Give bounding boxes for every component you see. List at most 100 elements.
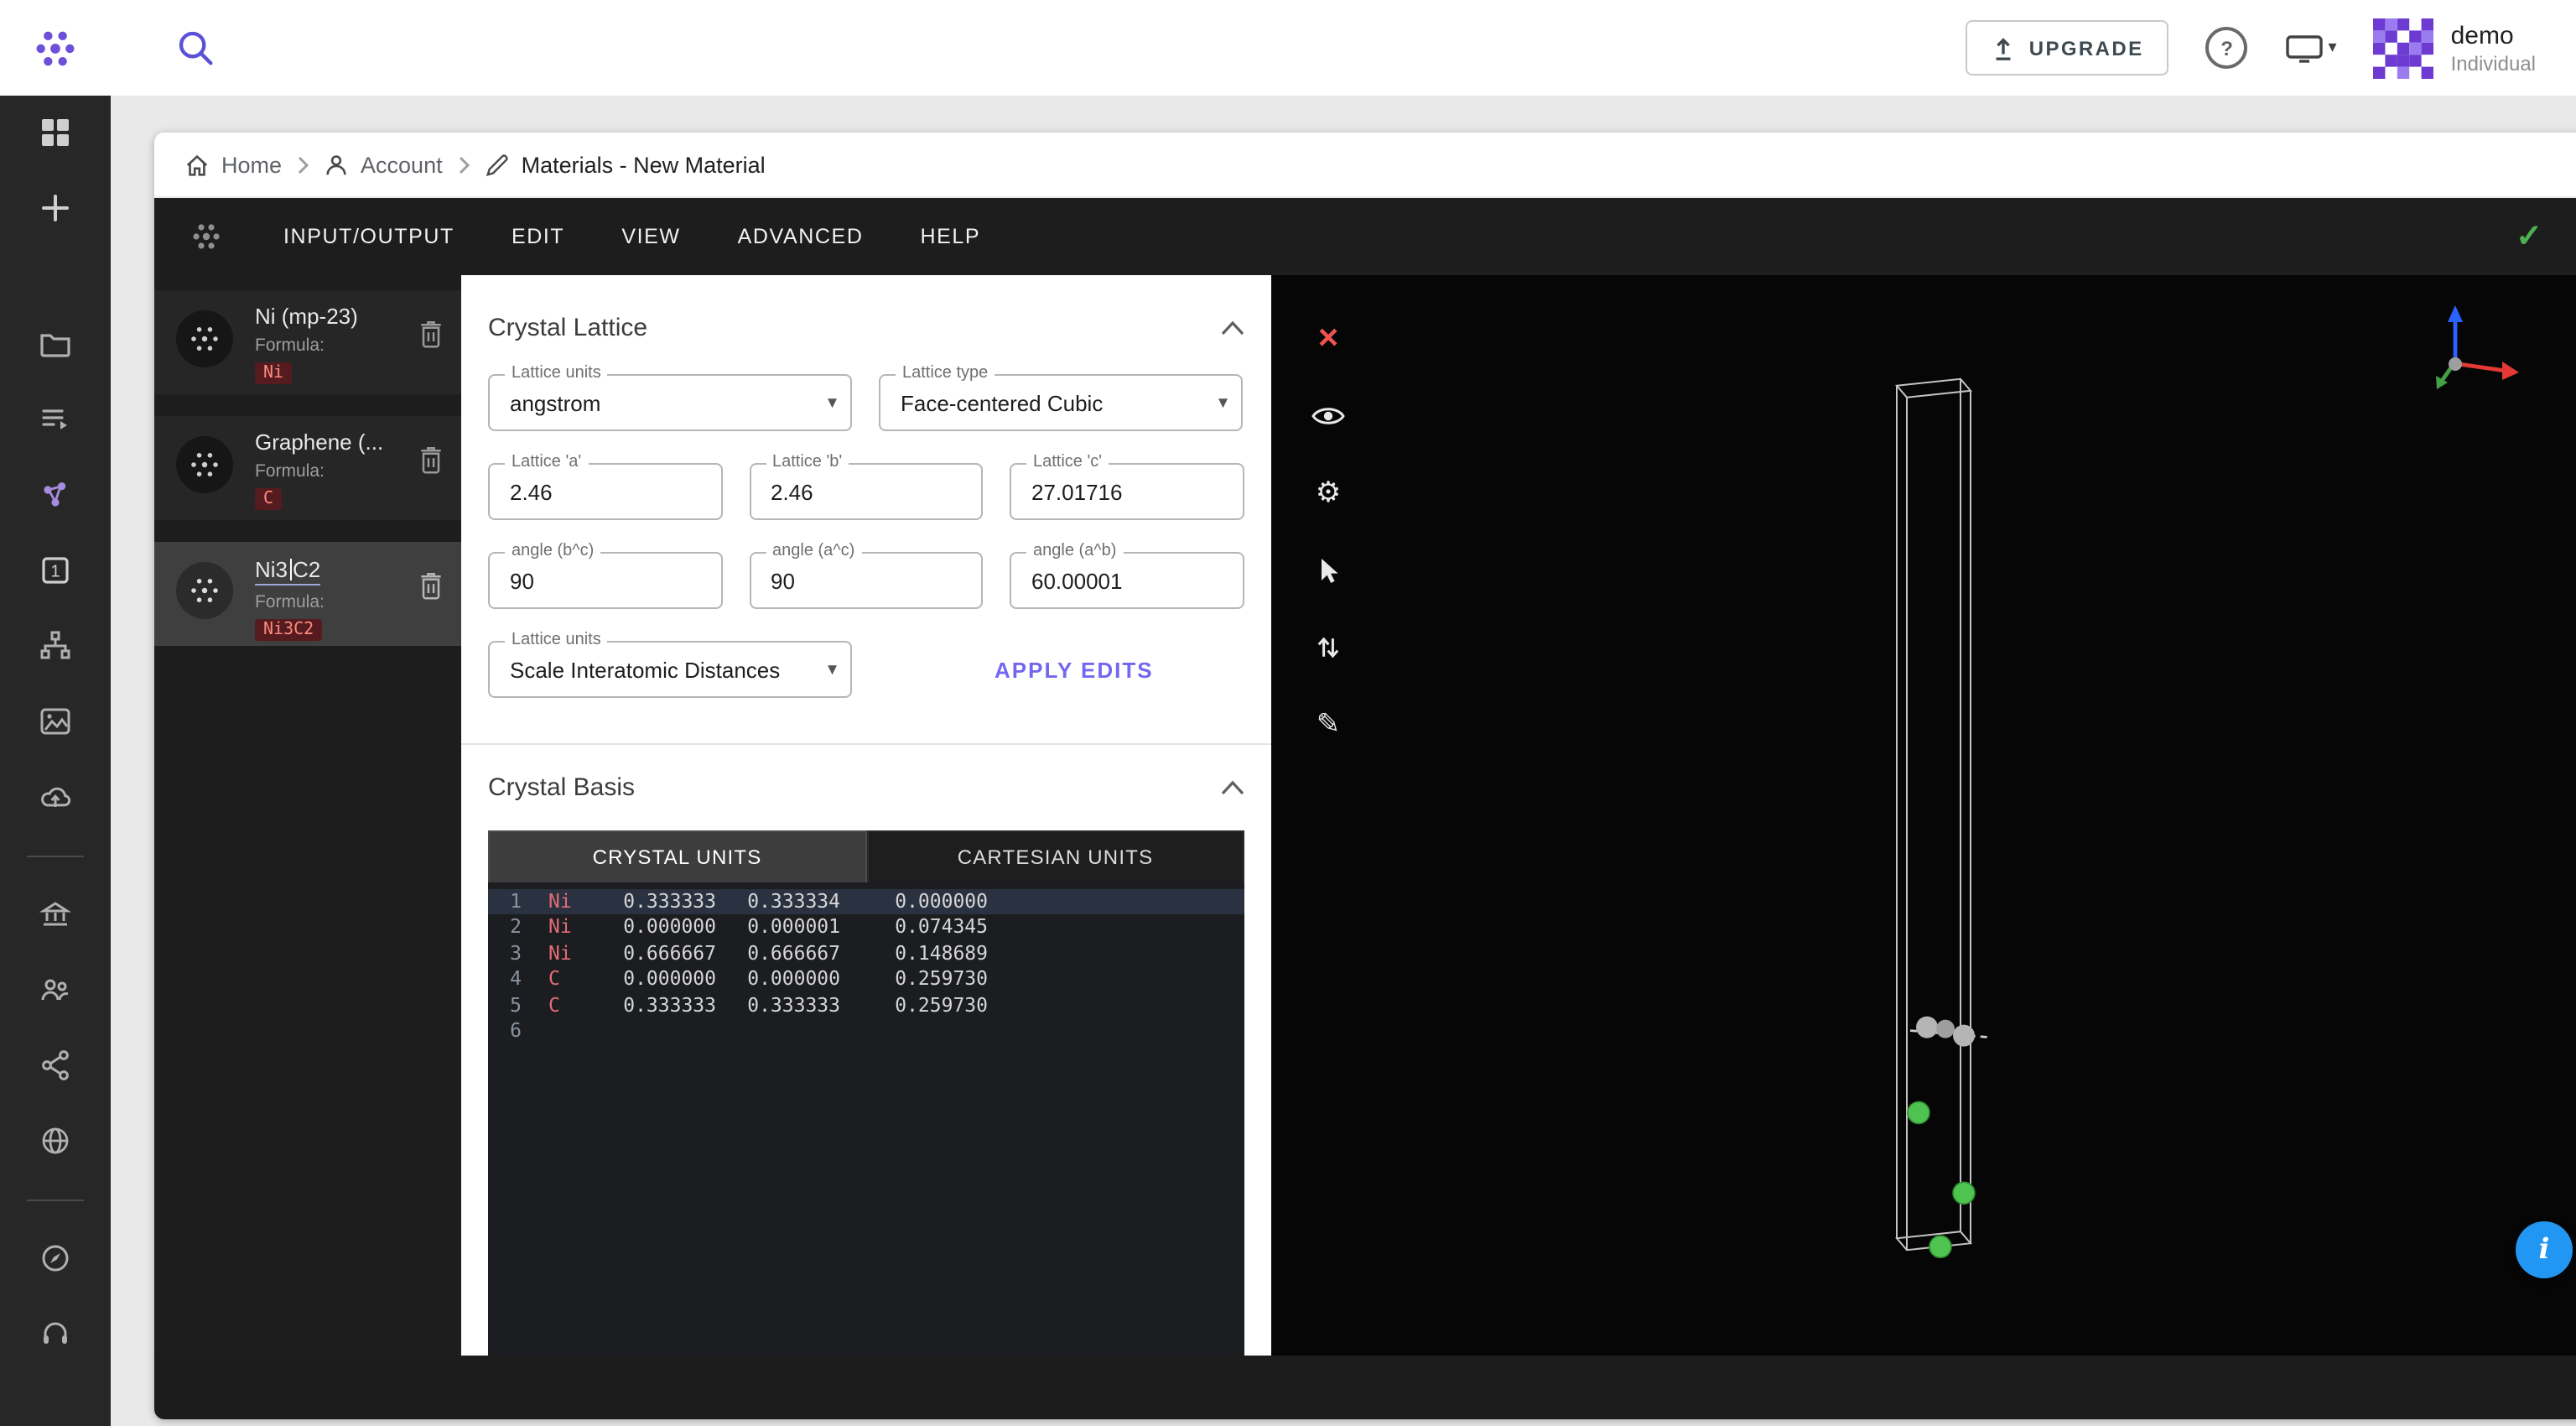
team-icon[interactable]: [35, 970, 75, 1010]
molecule-circle-icon: [174, 309, 235, 369]
menu-advanced[interactable]: ADVANCED: [709, 198, 892, 275]
globe-icon[interactable]: [35, 1121, 75, 1161]
basis-row[interactable]: 2Ni0.0000000.0000010.074345: [488, 915, 1244, 941]
menu-edit[interactable]: EDIT: [483, 198, 593, 275]
basis-units-tabs: CRYSTAL UNITS CARTESIAN UNITS: [488, 830, 1244, 882]
lattice-b-input[interactable]: Lattice 'b' 2.46: [749, 463, 983, 520]
formula-label: Formula:: [255, 592, 325, 612]
structure-viewer[interactable]: × ⚙ ✎: [1271, 275, 2576, 1356]
chevron-right-icon: [297, 155, 309, 174]
crystal-scene: [1271, 275, 2576, 1356]
cloud-upload-icon[interactable]: [35, 777, 75, 817]
lattice-type-select[interactable]: Lattice type Face-centered Cubic ▾: [879, 374, 1243, 431]
add-icon[interactable]: [35, 188, 75, 228]
formula-chip: Ni3C2: [255, 619, 322, 641]
crystal-form-panel: Crystal Lattice Lattice units angstrom ▾…: [461, 275, 1271, 1356]
svg-text:1: 1: [50, 563, 60, 581]
breadcrumb: Home Account Materials - New Material: [154, 133, 2576, 198]
angle-ab-input[interactable]: angle (a^b) 60.00001: [1010, 552, 1244, 609]
material-list-item[interactable]: Ni (mp-23) Formula: Ni: [154, 290, 461, 394]
angle-bc-input[interactable]: angle (b^c) 90: [488, 552, 722, 609]
user-info: demo Individual: [2451, 21, 2536, 75]
material-list-item[interactable]: Graphene (... Formula: C: [154, 416, 461, 520]
basis-code-editor[interactable]: 1Ni0.3333330.3333340.000000 2Ni0.0000000…: [488, 882, 1244, 1356]
scale-distances-select[interactable]: Lattice units Scale Interatomic Distance…: [488, 641, 852, 698]
menu-view[interactable]: VIEW: [593, 198, 709, 275]
brand-logo-icon[interactable]: [34, 26, 77, 70]
dashboard-icon[interactable]: [35, 112, 75, 153]
dropdown-caret-icon: ▾: [1218, 391, 1228, 413]
tab-cartesian-units[interactable]: CARTESIAN UNITS: [866, 830, 1244, 882]
trash-icon[interactable]: [416, 317, 446, 351]
hierarchy-icon[interactable]: [35, 626, 75, 666]
select-cursor-icon[interactable]: [1308, 550, 1348, 591]
breadcrumb-home[interactable]: Home: [184, 152, 282, 177]
share-icon[interactable]: [35, 1045, 75, 1085]
layer-one-icon[interactable]: 1: [35, 550, 75, 591]
info-button[interactable]: i: [2516, 1221, 2573, 1278]
person-icon: [324, 152, 349, 177]
image-icon[interactable]: [35, 701, 75, 742]
molecule-circle-icon: [174, 435, 235, 495]
lattice-a-input[interactable]: Lattice 'a' 2.46: [488, 463, 722, 520]
app-sidebar: 1: [0, 96, 111, 1426]
section-divider: [461, 743, 1271, 745]
molecule-cluster-icon: [188, 218, 225, 255]
pencil-icon: [485, 152, 510, 177]
topbar-right-group: UPGRADE ? ▾: [1966, 18, 2576, 78]
search-icon[interactable]: [174, 26, 218, 70]
lattice-units-select[interactable]: Lattice units angstrom ▾: [488, 374, 852, 431]
console-icon[interactable]: ▾: [2285, 31, 2337, 65]
close-icon[interactable]: ×: [1308, 319, 1348, 359]
app-root: UPGRADE ? ▾: [0, 0, 2576, 1426]
material-menubar: INPUT/OUTPUT EDIT VIEW ADVANCED HELP ✓: [154, 198, 2576, 275]
lattice-row-abc: Lattice 'a' 2.46 Lattice 'b' 2.46 Lattic…: [488, 463, 1244, 520]
axes-gizmo[interactable]: [2418, 299, 2526, 399]
upgrade-button[interactable]: UPGRADE: [1966, 20, 2169, 75]
trash-icon[interactable]: [416, 569, 446, 602]
basis-row[interactable]: 4C0.0000000.0000000.259730: [488, 966, 1244, 992]
material-list-item-selected[interactable]: Ni3C2 Formula: Ni3C2: [154, 542, 461, 646]
menu-input-output[interactable]: INPUT/OUTPUT: [255, 198, 483, 275]
material-info: Ni3C2 Formula: Ni3C2: [255, 555, 325, 643]
collapse-chevron-icon[interactable]: [1221, 780, 1244, 795]
sidebar-divider: [27, 856, 84, 857]
user-menu[interactable]: demo Individual: [2374, 18, 2536, 78]
lattice-c-input[interactable]: Lattice 'c' 27.01716: [1010, 463, 1244, 520]
material-name-edit-field[interactable]: Ni3C2: [255, 557, 320, 585]
swap-vertical-icon[interactable]: [1308, 627, 1348, 668]
collapse-chevron-icon[interactable]: [1221, 320, 1244, 336]
support-icon[interactable]: [35, 1314, 75, 1354]
material-info: Graphene (... Formula: C: [255, 429, 383, 512]
apply-edits-button[interactable]: APPLY EDITS: [984, 655, 1164, 684]
molecule-circle-icon: [174, 560, 235, 621]
avatar-identicon: [2374, 18, 2434, 78]
breadcrumb-account[interactable]: Account: [324, 152, 443, 177]
compass-icon[interactable]: [35, 1238, 75, 1278]
sidebar-divider: [27, 1200, 84, 1201]
check-icon[interactable]: ✓: [2516, 217, 2556, 256]
playlist-icon[interactable]: [35, 399, 75, 440]
angle-ac-input[interactable]: angle (a^c) 90: [749, 552, 983, 609]
tab-crystal-units[interactable]: CRYSTAL UNITS: [488, 830, 866, 882]
formula-chip: C: [255, 488, 282, 510]
basis-row[interactable]: 6: [488, 1018, 1244, 1044]
molecule-icon[interactable]: [35, 475, 75, 515]
folder-icon[interactable]: [35, 324, 75, 364]
top-bar: UPGRADE ? ▾: [0, 0, 2576, 96]
basis-row[interactable]: 1Ni0.3333330.3333340.000000: [488, 889, 1244, 915]
visibility-icon[interactable]: [1308, 396, 1348, 436]
basis-row[interactable]: 5C0.3333330.3333330.259730: [488, 992, 1244, 1018]
bank-icon[interactable]: [35, 894, 75, 934]
menu-help[interactable]: HELP: [892, 198, 1010, 275]
settings-icon[interactable]: ⚙: [1308, 473, 1348, 513]
trash-icon[interactable]: [416, 443, 446, 476]
basis-row[interactable]: 3Ni0.6666670.6666670.148689: [488, 941, 1244, 967]
lattice-row-angles: angle (b^c) 90 angle (a^c) 90 angle (a^b…: [488, 552, 1244, 609]
edit-pencil-icon[interactable]: ✎: [1308, 705, 1348, 745]
upgrade-label: UPGRADE: [2029, 36, 2144, 60]
help-icon[interactable]: ?: [2206, 27, 2248, 69]
user-name: demo: [2451, 21, 2536, 51]
material-name: Graphene (...: [255, 429, 383, 455]
crystal-basis-header: Crystal Basis: [488, 773, 1244, 802]
